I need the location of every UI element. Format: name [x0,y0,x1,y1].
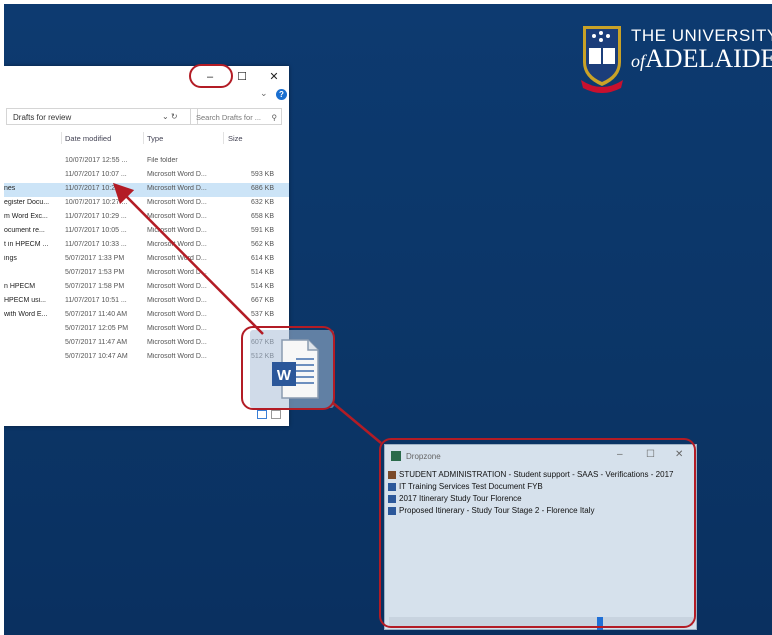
file-name: ocument re... [4,227,45,234]
file-date: 11/07/2017 10:22 ... [65,185,127,192]
file-row[interactable]: n HPECM 5/07/2017 1:58 PM Microsoft Word D… [4,281,289,295]
file-date: 5/07/2017 1:33 PM [65,255,125,262]
file-date: 5/07/2017 11:47 AM [65,339,128,346]
file-type: Microsoft Word D... [147,185,207,192]
file-date: 5/07/2017 12:05 PM [65,325,129,332]
large-icons-view-icon[interactable] [271,410,281,419]
file-name: ings [4,255,17,262]
file-date: 11/07/2017 10:07 ... [65,171,127,178]
file-name: with Word E... [4,311,48,318]
search-icon: ⚲ [271,113,278,122]
dropzone-highlight [379,438,696,628]
file-type: Microsoft Word D... [147,311,207,318]
university-adelaide-text: ADELAIDE [645,44,772,73]
file-date: 5/07/2017 11:40 AM [65,311,128,318]
column-separator[interactable] [61,132,62,144]
file-row[interactable]: ings 5/07/2017 1:33 PM Microsoft Word D...… [4,253,289,267]
file-date: 11/07/2017 10:51 ... [65,297,127,304]
drag-icon-highlight [241,326,335,410]
file-type: Microsoft Word D... [147,255,207,262]
file-type: Microsoft Word D... [147,297,207,304]
university-name-line2: ofADELAIDE [631,44,772,74]
file-row[interactable]: 5/07/2017 1:53 PM Microsoft Word D... 514 … [4,267,289,281]
file-date: 10/07/2017 10:27 ... [65,199,128,206]
file-type: File folder [147,157,178,164]
university-crest-icon [581,26,623,93]
file-type: Microsoft Word D... [147,171,207,178]
file-size: 667 KB [251,297,274,304]
file-size: 562 KB [251,241,274,248]
file-row[interactable]: ocument re... 11/07/2017 10:05 ... Microso… [4,225,289,239]
close-button[interactable]: ✕ [262,68,286,86]
file-name: m Word Exc... [4,213,48,220]
help-icon[interactable]: ? [276,89,287,100]
file-date: 5/07/2017 1:58 PM [65,283,125,290]
file-size: 614 KB [251,255,274,262]
column-header-size[interactable]: Size [228,134,243,143]
column-separator[interactable] [143,132,144,144]
university-logo: THE UNIVERSITY ofADELAIDE [579,22,772,102]
file-type: Microsoft Word D... [147,339,207,346]
file-date: 5/07/2017 1:53 PM [65,269,125,276]
file-name: t in HPECM ... [4,241,49,248]
file-size: 632 KB [251,199,274,206]
file-size: 591 KB [251,227,274,234]
minimize-highlight [189,64,233,88]
file-date: 5/07/2017 10:47 AM [65,353,128,360]
file-date: 10/07/2017 12:55 ... [65,157,128,164]
university-of-text: of [631,51,646,71]
file-name: HPECM usi... [4,297,47,304]
explorer-titlebar: – ☐ ✕ [4,66,289,88]
file-date: 11/07/2017 10:33 ... [65,241,127,248]
column-header-date[interactable]: Date modified [65,134,111,143]
ribbon-expand-chevron-icon[interactable]: ⌄ [260,88,268,99]
maximize-button[interactable]: ☐ [230,68,254,86]
search-input[interactable]: Search Drafts for ... ⚲ [190,108,282,125]
file-type: Microsoft Word D... [147,213,207,220]
file-row[interactable]: 11/07/2017 10:07 ... Microsoft Word D... 5… [4,169,289,183]
file-row[interactable]: egister Docu... 10/07/2017 10:27 ... Micro… [4,197,289,211]
column-separator[interactable] [223,132,224,144]
ribbon-collapsed: ⌄ ? [4,88,289,104]
column-header-type[interactable]: Type [147,134,163,143]
file-size: 593 KB [251,171,274,178]
file-date: 11/07/2017 10:05 ... [65,227,127,234]
file-row[interactable]: with Word E... 5/07/2017 11:40 AM Microsof… [4,309,289,323]
file-size: 514 KB [251,269,274,276]
file-name: n HPECM [4,283,36,290]
file-row[interactable]: t in HPECM ... 11/07/2017 10:33 ... Micros… [4,239,289,253]
file-size: 686 KB [251,185,274,192]
file-type: Microsoft Word D... [147,199,207,206]
file-type: Microsoft Word D... [147,269,207,276]
file-row[interactable]: m Word Exc... 11/07/2017 10:29 ... Microso… [4,211,289,225]
file-size: 658 KB [251,213,274,220]
file-type: Microsoft Word D... [147,353,207,360]
file-row[interactable]: 10/07/2017 12:55 ... File folder [4,155,289,169]
file-name: nes [4,185,16,192]
file-row[interactable]: nes 11/07/2017 10:22 ... Microsoft Word D.… [4,183,289,197]
file-type: Microsoft Word D... [147,227,207,234]
file-type: Microsoft Word D... [147,283,207,290]
search-placeholder: Search Drafts for ... [196,113,262,122]
file-type: Microsoft Word D... [147,325,207,332]
file-date: 11/07/2017 10:29 ... [65,213,127,220]
details-view-icon[interactable] [257,410,267,419]
file-size: 514 KB [251,283,274,290]
file-row[interactable]: HPECM usi... 11/07/2017 10:51 ... Microsof… [4,295,289,309]
address-text: Drafts for review [13,113,72,122]
file-type: Microsoft Word D... [147,241,207,248]
file-size: 537 KB [251,311,274,318]
address-controls[interactable]: ⌄ ↻ [162,108,178,125]
file-name: egister Docu... [4,199,50,206]
university-name-line1: THE UNIVERSITY [631,26,772,45]
